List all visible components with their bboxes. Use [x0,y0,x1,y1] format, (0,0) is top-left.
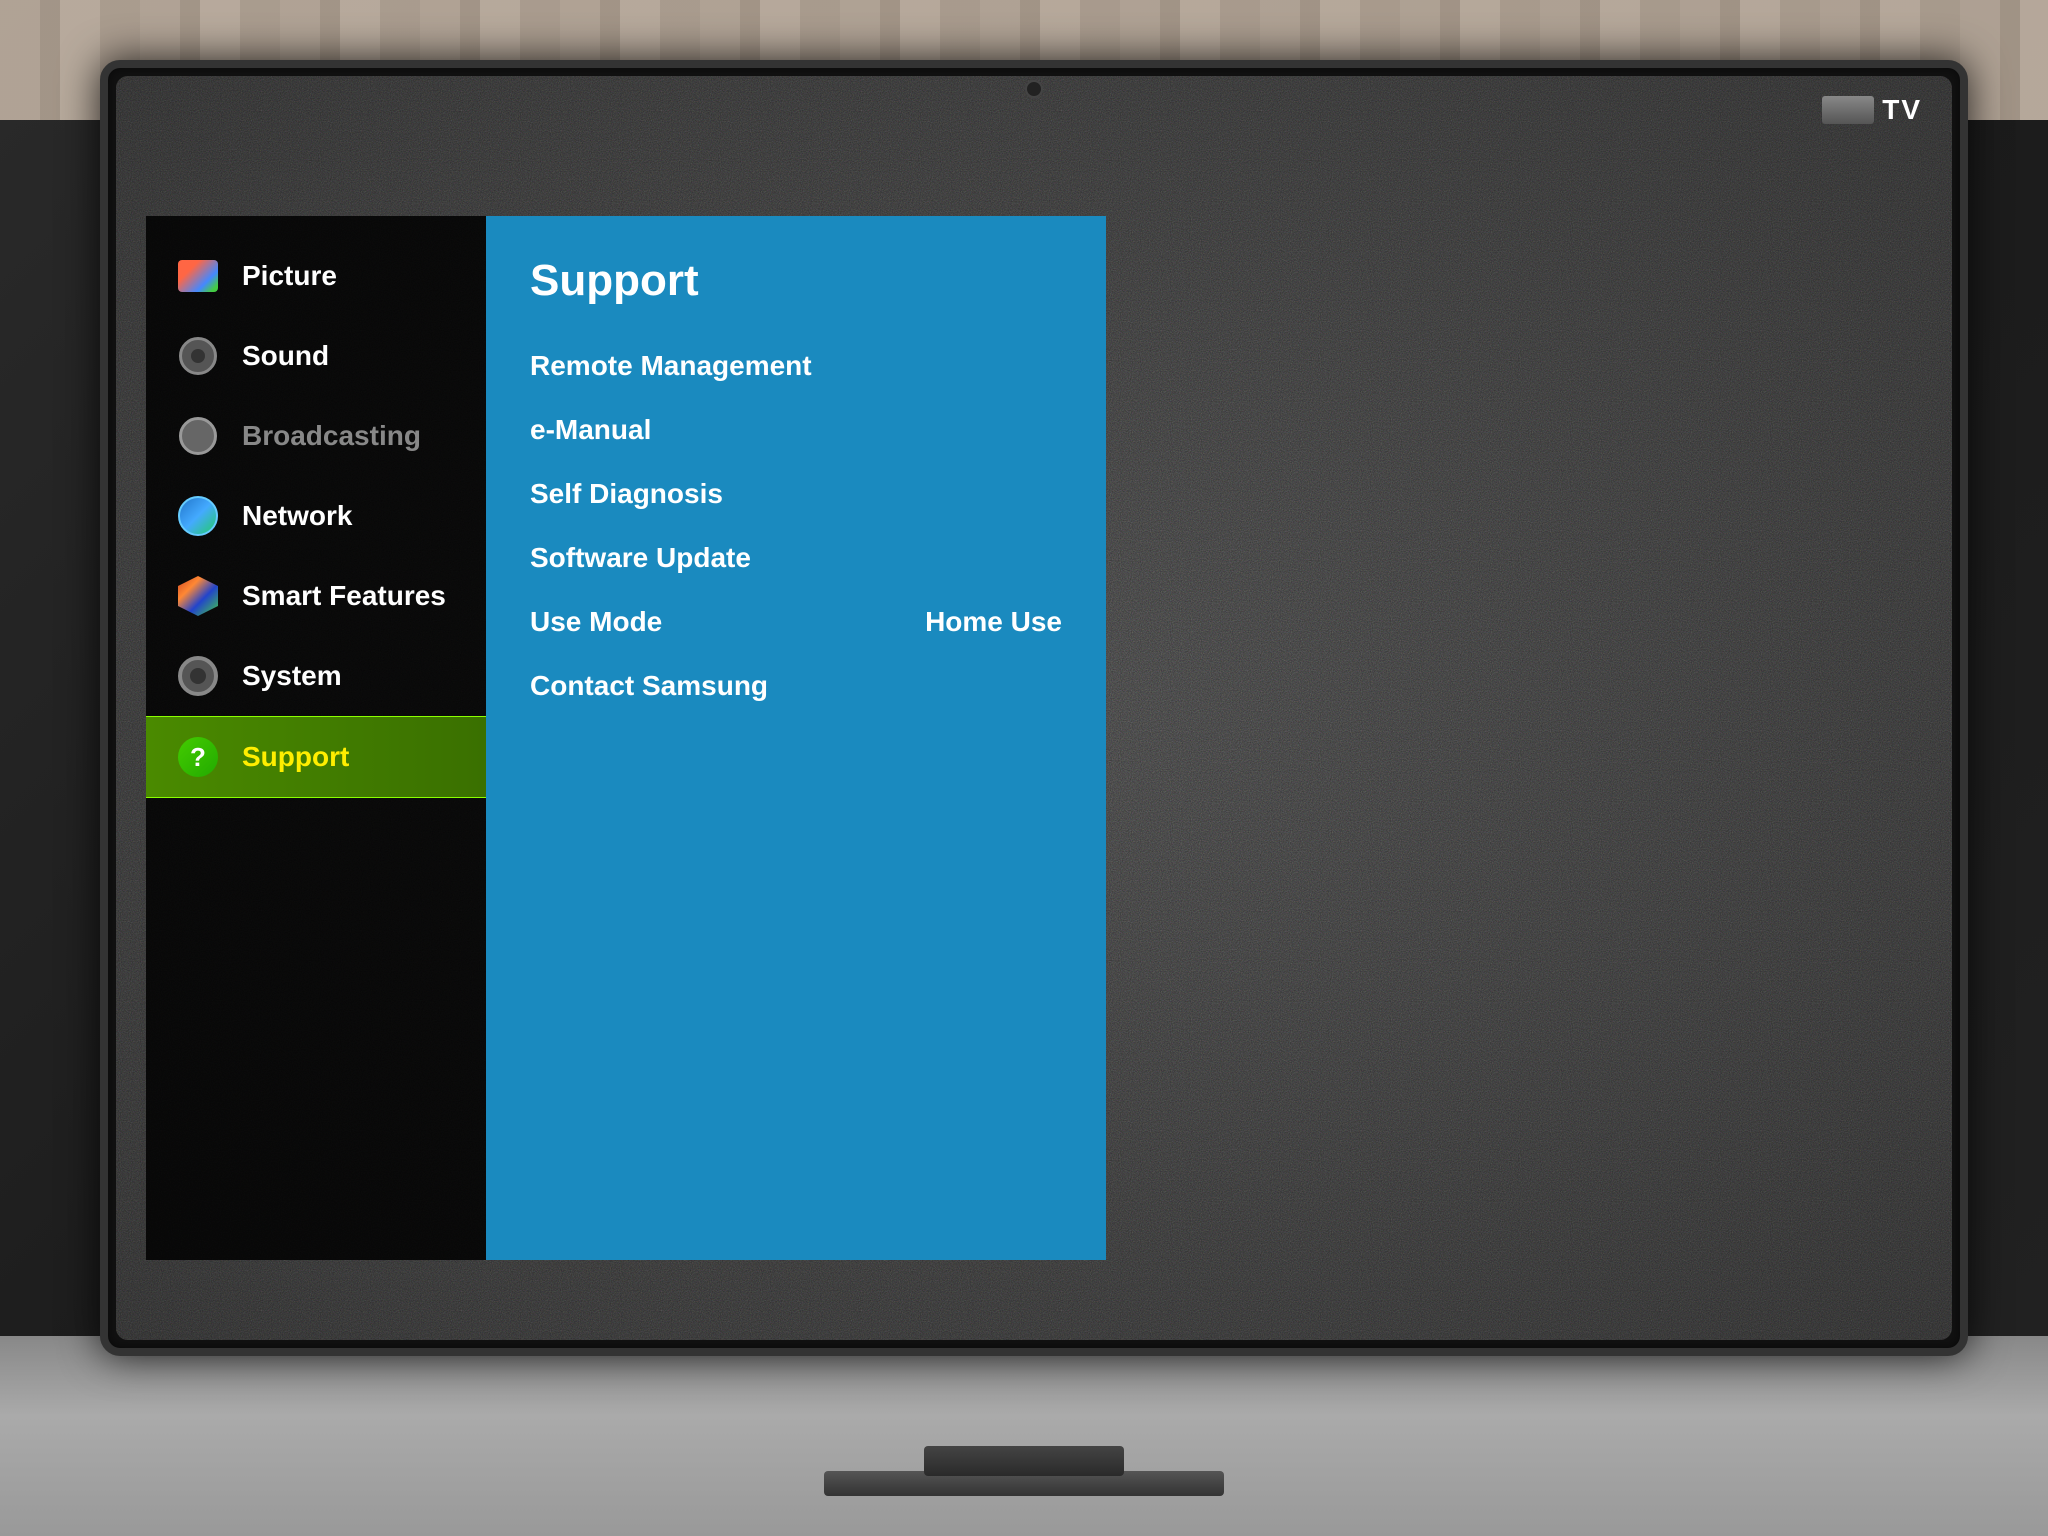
sidebar-item-system[interactable]: System [146,636,486,716]
menu-item-contact-samsung[interactable]: Contact Samsung [530,654,1062,718]
tv-logo-box [1822,96,1874,124]
sidebar-label-sound: Sound [242,340,329,372]
e-manual-label: e-Manual [530,414,651,446]
broadcasting-icon [176,414,220,458]
tv-bezel: TV Picture [100,60,1968,1356]
contact-samsung-label: Contact Samsung [530,670,768,702]
sidebar-label-broadcasting: Broadcasting [242,420,421,452]
sidebar-label-network: Network [242,500,352,532]
camera-dot [1025,80,1043,98]
support-icon: ? [176,735,220,779]
tv-label-area: TV [1822,94,1922,126]
sidebar: Picture Sound Broadcasting [146,216,486,1260]
menu-item-software-update[interactable]: Software Update [530,526,1062,590]
tv-label-text: TV [1882,94,1922,126]
menu-container: Picture Sound Broadcasting [146,216,1106,1260]
desk-surface [0,1336,2048,1536]
sidebar-label-smart-features: Smart Features [242,580,446,612]
sidebar-label-picture: Picture [242,260,337,292]
tv-outer: TV Picture [0,0,2048,1536]
tv-screen: TV Picture [116,76,1952,1340]
network-icon [176,494,220,538]
sidebar-item-network[interactable]: Network [146,476,486,556]
menu-item-e-manual[interactable]: e-Manual [530,398,1062,462]
menu-items-list: Remote Management e-Manual Self Diagnosi… [530,334,1062,718]
menu-item-self-diagnosis[interactable]: Self Diagnosis [530,462,1062,526]
software-update-label: Software Update [530,542,751,574]
remote-management-label: Remote Management [530,350,812,382]
picture-icon [176,254,220,298]
self-diagnosis-label: Self Diagnosis [530,478,723,510]
sidebar-label-support: Support [242,741,349,773]
use-mode-label: Use Mode [530,606,662,638]
menu-item-use-mode[interactable]: Use Mode Home Use [530,590,1062,654]
smart-features-icon [176,574,220,618]
sidebar-item-sound[interactable]: Sound [146,316,486,396]
sidebar-item-picture[interactable]: Picture [146,236,486,316]
panel-title: Support [530,256,1062,306]
sidebar-item-smart-features[interactable]: Smart Features [146,556,486,636]
menu-item-remote-management[interactable]: Remote Management [530,334,1062,398]
system-icon [176,654,220,698]
content-panel: Support Remote Management e-Manual Sel [486,216,1106,1260]
tv-stand [924,1446,1124,1476]
sound-icon [176,334,220,378]
sidebar-item-broadcasting[interactable]: Broadcasting [146,396,486,476]
use-mode-value: Home Use [925,606,1062,638]
sidebar-item-support[interactable]: ? Support [146,716,486,798]
sidebar-label-system: System [242,660,342,692]
